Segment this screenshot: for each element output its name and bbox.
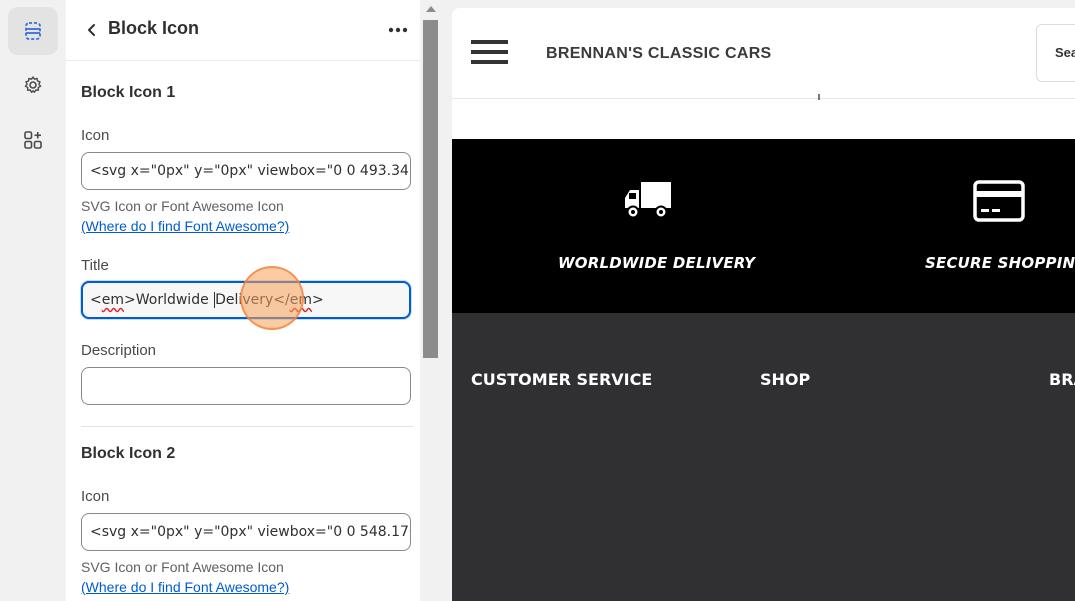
feature-label-delivery: WORLDWIDE DELIVERY (558, 254, 756, 272)
store-preview: BRENNAN'S CLASSIC CARS Sea WORLDWIDE DEL… (452, 8, 1075, 601)
title-text-part: > (311, 292, 324, 308)
chevron-left-icon (88, 24, 95, 36)
menu-icon[interactable] (471, 40, 508, 66)
footer-heading-customer-service: CUSTOMER SERVICE (471, 370, 653, 389)
block-1-font-awesome-link[interactable]: (Where do I find Font Awesome?) (81, 218, 289, 234)
scrollbar-thumb[interactable] (423, 20, 438, 358)
site-header: BRENNAN'S CLASSIC CARS Sea (452, 8, 1075, 99)
feature-label-secure: SECURE SHOPPING (925, 254, 1075, 272)
truck-icon (625, 182, 671, 219)
block-2-font-awesome-link[interactable]: (Where do I find Font Awesome?) (81, 579, 289, 595)
block-1-description-input[interactable] (81, 367, 411, 405)
store-brand[interactable]: BRENNAN'S CLASSIC CARS (546, 45, 772, 63)
scroll-up-arrow[interactable] (426, 6, 436, 12)
sections-icon (25, 22, 41, 40)
panel-scrollbar[interactable] (420, 0, 441, 601)
icon-rail (0, 0, 67, 601)
block-1-heading: Block Icon 1 (81, 84, 176, 101)
panel-header: Block Icon (66, 0, 420, 61)
title-text-part: < (90, 292, 102, 308)
block-1-title-label: Title (81, 257, 109, 274)
search-box[interactable]: Sea (1036, 24, 1075, 82)
more-actions-button[interactable] (384, 16, 412, 44)
block-1-icon-label: Icon (81, 127, 110, 144)
block-1-description-label: Description (81, 342, 157, 359)
block-1-icon-help: SVG Icon or Font Awesome Icon (81, 198, 284, 214)
block-2-icon-label: Icon (81, 488, 110, 505)
block-2-heading: Block Icon 2 (81, 445, 176, 462)
gear-icon (24, 76, 42, 93)
rail-apps-button[interactable] (8, 116, 58, 164)
click-indicator (240, 266, 304, 330)
title-text-part: >Worldwide (124, 292, 214, 308)
more-horizontal-icon (388, 27, 408, 33)
block-settings-panel: Block Icon Block Icon 1 Icon <svg x="0px… (66, 0, 420, 601)
footer-heading-shop: SHOP (760, 370, 811, 389)
block-2-icon-input[interactable]: <svg x="0px" y="0px" viewbox="0 0 548.17… (81, 513, 411, 551)
panel-title: Block Icon (108, 18, 200, 38)
apps-add-icon (24, 131, 42, 149)
block-2-icon-help: SVG Icon or Font Awesome Icon (81, 559, 284, 575)
search-label: Sea (1055, 45, 1075, 60)
rail-sections-button[interactable] (8, 7, 58, 55)
footer-heading-brands: BRA (1049, 370, 1075, 389)
spellcheck-word: em (101, 292, 124, 308)
rail-settings-button[interactable] (8, 61, 58, 109)
divider-mark (818, 94, 820, 100)
back-button[interactable] (78, 16, 106, 44)
block-1-icon-input[interactable]: <svg x="0px" y="0px" viewbox="0 0 493.34 (81, 152, 411, 190)
features-bar: WORLDWIDE DELIVERY SECURE SHOPPING (452, 139, 1075, 313)
credit-card-icon (973, 180, 1025, 222)
site-footer: CUSTOMER SERVICE SHOP BRA (452, 313, 1075, 601)
block-divider (81, 426, 413, 427)
